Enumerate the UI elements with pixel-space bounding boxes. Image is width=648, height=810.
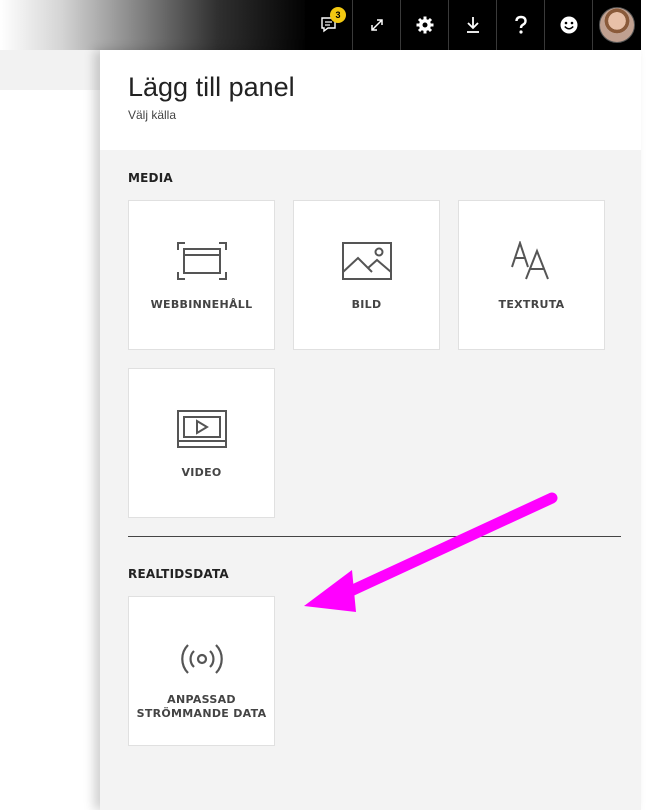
tile-label: TEXTRUTA	[498, 298, 565, 311]
tile-image[interactable]: BILD	[293, 200, 440, 350]
profile-button[interactable]	[593, 0, 641, 50]
tile-web-content[interactable]: WEBBINNEHÅLL	[128, 200, 275, 350]
avatar	[599, 7, 635, 43]
image-icon	[341, 242, 392, 280]
panel-subtitle: Välj källa	[128, 108, 177, 122]
background-band	[0, 50, 110, 90]
video-icon	[176, 410, 227, 448]
tile-video[interactable]: VIDEO	[128, 368, 275, 518]
streaming-icon	[180, 644, 223, 674]
tile-label: VIDEO	[181, 466, 222, 479]
gear-icon	[416, 16, 433, 34]
tile-label-line2: STRÖMMANDE DATA	[136, 707, 267, 720]
settings-button[interactable]	[401, 0, 449, 50]
realtime-heading: REALTIDSDATA	[128, 567, 229, 581]
tile-textbox[interactable]: TEXTRUTA	[458, 200, 605, 350]
feedback-button[interactable]	[545, 0, 593, 50]
fullscreen-icon	[370, 19, 383, 31]
help-button[interactable]	[497, 0, 545, 50]
notification-badge: 3	[330, 7, 346, 23]
tile-custom-streaming-data[interactable]: ANPASSAD STRÖMMANDE DATA	[128, 596, 275, 746]
top-toolbar: 3	[305, 0, 641, 50]
web-content-icon	[176, 242, 227, 280]
add-tile-panel: Lägg till panel Välj källa MEDIA WEBBINN…	[100, 50, 641, 810]
help-icon	[514, 15, 527, 34]
panel-header: Lägg till panel Välj källa	[100, 50, 641, 150]
section-divider	[128, 536, 621, 537]
background-area	[0, 0, 110, 810]
tile-label: WEBBINNEHÅLL	[150, 298, 253, 311]
fullscreen-button[interactable]	[353, 0, 401, 50]
tile-label-line1: ANPASSAD	[167, 693, 236, 706]
notifications-button[interactable]: 3	[305, 0, 353, 50]
download-icon	[466, 17, 479, 33]
smiley-icon	[560, 16, 577, 34]
textbox-icon	[510, 241, 549, 280]
tile-label: ANPASSAD STRÖMMANDE DATA	[133, 693, 270, 721]
media-heading: MEDIA	[128, 171, 173, 185]
tile-label: BILD	[351, 298, 382, 311]
topbar-fade	[0, 0, 310, 50]
download-button[interactable]	[449, 0, 497, 50]
panel-title: Lägg till panel	[128, 72, 295, 102]
